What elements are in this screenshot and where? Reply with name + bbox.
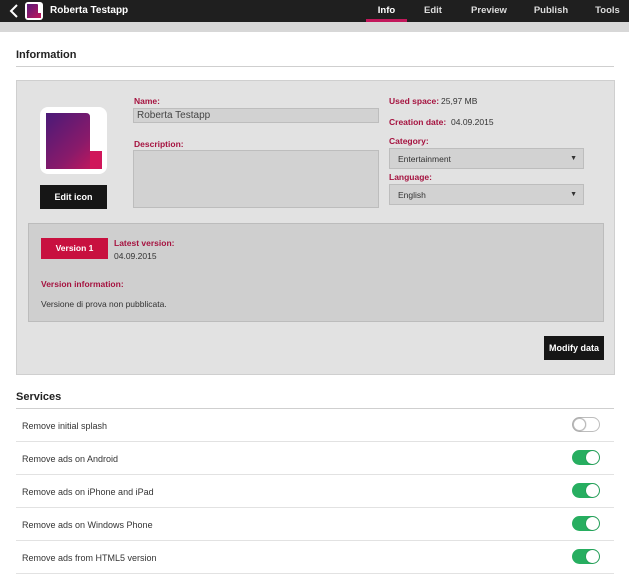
tab-publish[interactable]: Publish [528,0,574,22]
service-label: Remove ads on Windows Phone [22,520,153,530]
service-label: Remove ads from HTML5 version [22,553,157,563]
language-label: Language: [389,172,432,182]
service-row: Remove ads on Windows Phone [16,508,614,541]
service-row: Remove ads on iPhone and iPad [16,475,614,508]
dropdown-caret-icon: ▼ [570,155,577,162]
used-space-label: Used space: [389,96,440,106]
latest-version-date: 04.09.2015 [114,251,157,261]
dropdown-caret-icon: ▼ [570,191,577,198]
creation-date-value: 04.09.2015 [451,117,494,127]
information-title: Information [16,49,77,61]
modify-data-button[interactable]: Modify data [544,336,604,360]
used-space-value: 25,97 MB [441,96,478,106]
remove-ads-html5-toggle[interactable] [572,549,600,564]
remove-ads-windows-phone-toggle[interactable] [572,516,600,531]
version-information-text: Versione di prova non pubblicata. [41,299,167,309]
tab-preview[interactable]: Preview [465,0,513,22]
sub-bar [0,22,629,32]
service-row: Remove initial splash [16,409,614,442]
tab-edit[interactable]: Edit [415,0,451,22]
category-select[interactable]: Entertainment ▼ [389,148,584,169]
app-icon-preview [40,107,107,174]
chevron-left-icon[interactable] [7,3,21,19]
category-label: Category: [389,136,429,146]
services-title: Services [16,391,62,403]
app-logo-icon [25,2,43,20]
description-field[interactable] [133,150,379,208]
top-bar: Roberta Testapp Info Edit Preview Publis… [0,0,629,22]
edit-icon-button[interactable]: Edit icon [40,185,107,209]
category-value: Entertainment [398,154,451,164]
remove-ads-iphone-ipad-toggle[interactable] [572,483,600,498]
remove-ads-android-toggle[interactable] [572,450,600,465]
creation-date-label: Creation date: [389,117,447,127]
service-label: Remove ads on Android [22,454,119,464]
name-field[interactable] [133,108,379,123]
divider [16,66,614,67]
description-label: Description: [134,139,184,149]
language-select[interactable]: English ▼ [389,184,584,205]
service-label: Remove initial splash [22,421,108,431]
language-value: English [398,190,426,200]
latest-version-label: Latest version: [114,238,175,248]
version-information-label: Version information: [41,279,124,289]
service-row: Remove ads from HTML5 version [16,541,614,574]
service-label: Remove ads on iPhone and iPad [22,487,154,497]
version-badge: Version 1 [41,238,108,259]
name-label: Name: [134,96,160,106]
remove-initial-splash-toggle[interactable] [572,417,600,432]
service-row: Remove ads on Android [16,442,614,475]
app-title: Roberta Testapp [50,5,129,16]
tab-tools[interactable]: Tools [590,0,625,22]
